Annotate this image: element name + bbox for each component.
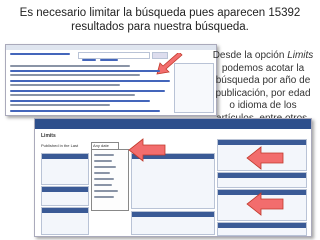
limits-title: Limits: [41, 133, 56, 139]
limits-explanation: Desde la opción Limits podemos acotar la…: [212, 50, 314, 125]
date-arrow-icon: [127, 137, 167, 168]
note-suffix: podemos acotar la búsqueda por año de pu…: [215, 62, 311, 124]
limits-page-screenshot: Limits Published in the Last Any date: [34, 118, 312, 237]
pubmed-results-screenshot: [5, 44, 217, 116]
date-field-label: Published in the Last: [41, 143, 79, 148]
slide-heading: Es necesario limitar la búsqueda pues ap…: [19, 7, 301, 33]
language-arrow-icon: [245, 146, 285, 175]
date-dropdown-list[interactable]: [91, 149, 129, 211]
age-arrow-icon: [245, 192, 285, 221]
note-limits-word: Limits: [287, 50, 314, 61]
note-prefix: Desde la opción: [212, 50, 288, 61]
